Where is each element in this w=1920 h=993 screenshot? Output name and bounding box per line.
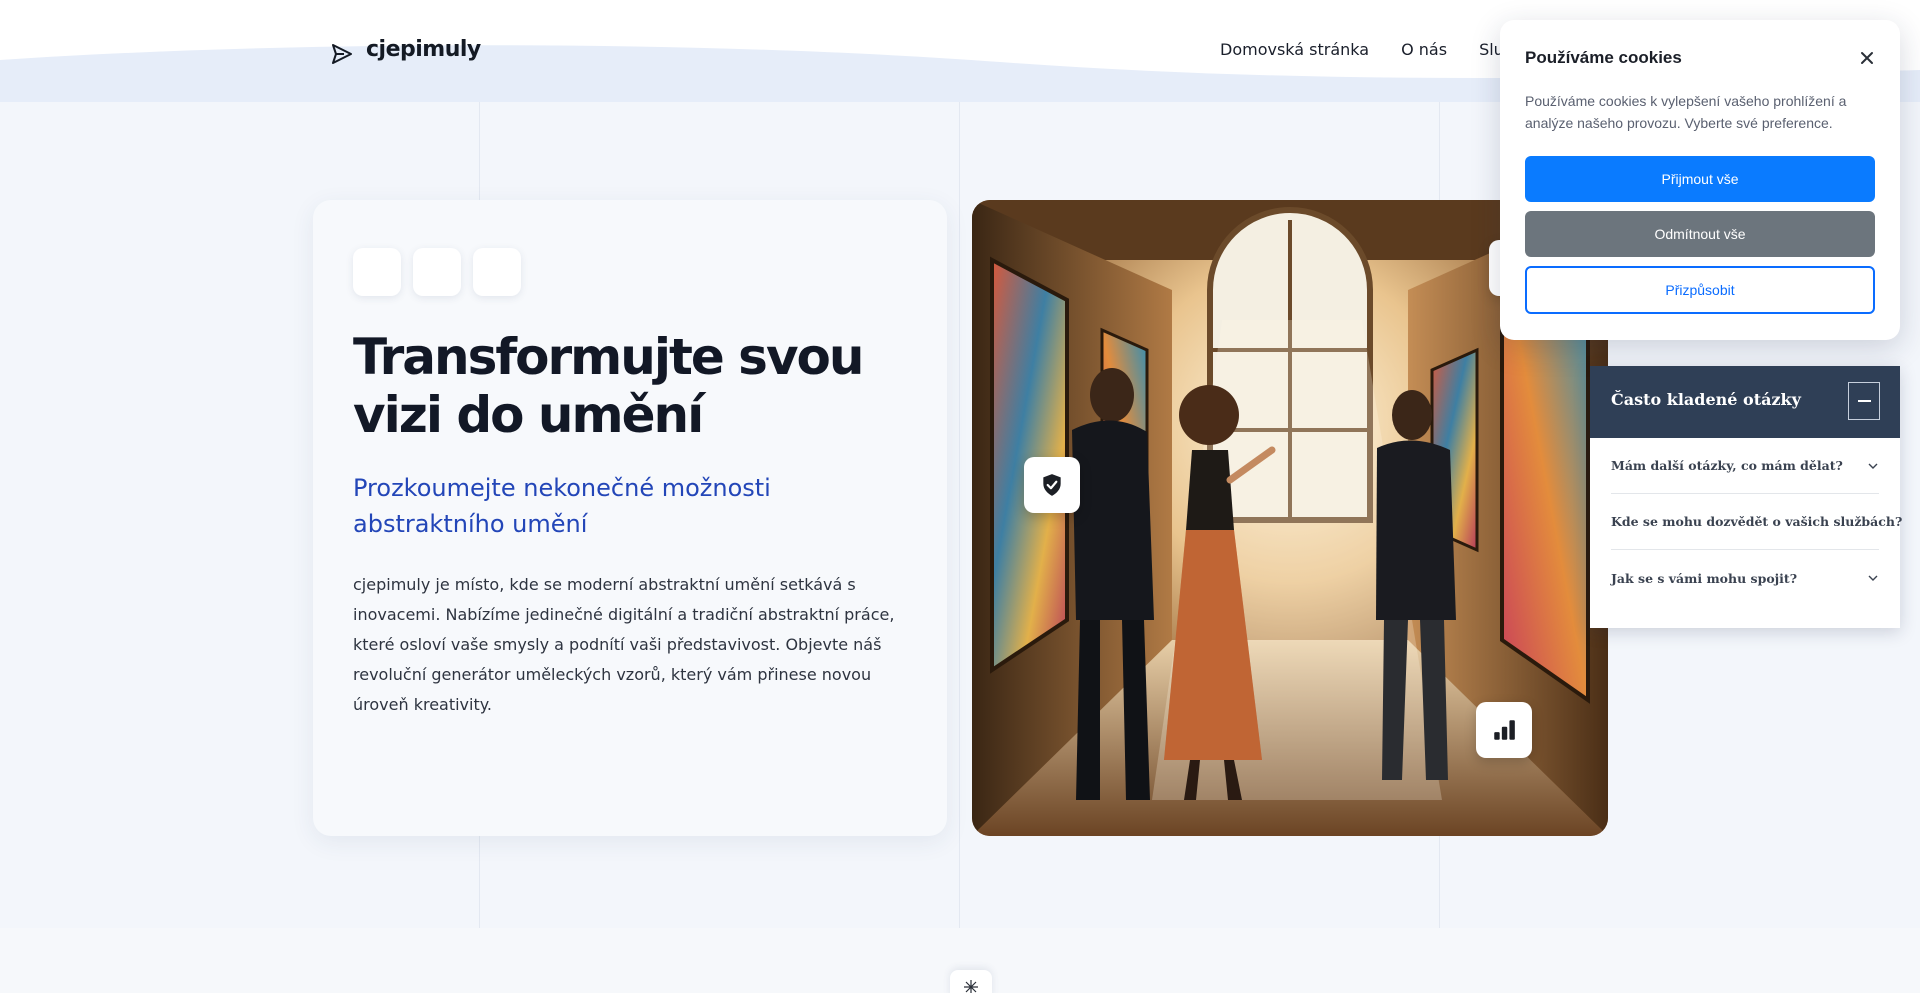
- chart-badge: [1476, 702, 1532, 758]
- bar-chart-icon: [1494, 720, 1515, 740]
- faq-title: Často kladené otázky: [1611, 390, 1801, 409]
- faq-question: Jak se s vámi mohu spojit?: [1611, 570, 1798, 586]
- minimize-button[interactable]: [1848, 382, 1880, 420]
- decorative-tiles: [353, 248, 533, 296]
- close-icon[interactable]: [1858, 49, 1876, 67]
- grid-line: [959, 102, 960, 932]
- hero-title: Transformujte svou vizi do umění: [353, 328, 864, 444]
- minus-icon: [1857, 400, 1871, 402]
- hero-card: Transformujte svou vizi do umění Prozkou…: [313, 200, 947, 836]
- sparkle-icon: [964, 980, 978, 993]
- faq-item[interactable]: Mám další otázky, co mám dělat?: [1611, 438, 1879, 494]
- cookie-text: Používáme cookies k vylepšení vašeho pro…: [1525, 93, 1847, 131]
- decorative-tile: [473, 248, 521, 296]
- customize-button[interactable]: Přizpůsobit: [1525, 266, 1875, 314]
- reject-all-button[interactable]: Odmítnout vše: [1525, 211, 1875, 257]
- section-icon-tile: [950, 970, 992, 993]
- faq-panel: Často kladené otázky Mám další otázky, c…: [1590, 366, 1902, 628]
- accept-all-button[interactable]: Přijmout vše: [1525, 156, 1875, 202]
- chevron-down-icon: [1868, 575, 1878, 581]
- decorative-tile: [353, 248, 401, 296]
- nav-item-home[interactable]: Domovská stránka: [1220, 40, 1369, 59]
- shield-check-icon: [1043, 474, 1061, 496]
- faq-question: Kde se mohu dozvědět o vašich službách?: [1611, 514, 1903, 529]
- faq-question: Mám další otázky, co mám dělat?: [1611, 458, 1843, 473]
- hero-subtitle: Prozkoumejte nekonečné možnosti abstrakt…: [353, 474, 771, 538]
- faq-item[interactable]: Jak se s vámi mohu spojit?: [1611, 550, 1879, 606]
- cookie-consent-dialog: Používáme cookies Používáme cookies k vy…: [1500, 20, 1900, 340]
- brand-logo[interactable]: cjepimuly: [330, 32, 481, 66]
- hero-description: cjepimuly je místo, kde se moderní abstr…: [353, 575, 895, 714]
- brand-name: cjepimuly: [366, 36, 481, 62]
- paper-plane-icon: [332, 44, 352, 64]
- faq-item[interactable]: Kde se mohu dozvědět o vašich službách?: [1611, 494, 1902, 550]
- chevron-down-icon: [1868, 463, 1878, 469]
- decorative-tile: [413, 248, 461, 296]
- faq-header: Často kladené otázky: [1590, 366, 1900, 438]
- cookie-title: Používáme cookies: [1525, 48, 1682, 67]
- shield-badge: [1024, 457, 1080, 513]
- nav-item-about[interactable]: O nás: [1401, 40, 1447, 59]
